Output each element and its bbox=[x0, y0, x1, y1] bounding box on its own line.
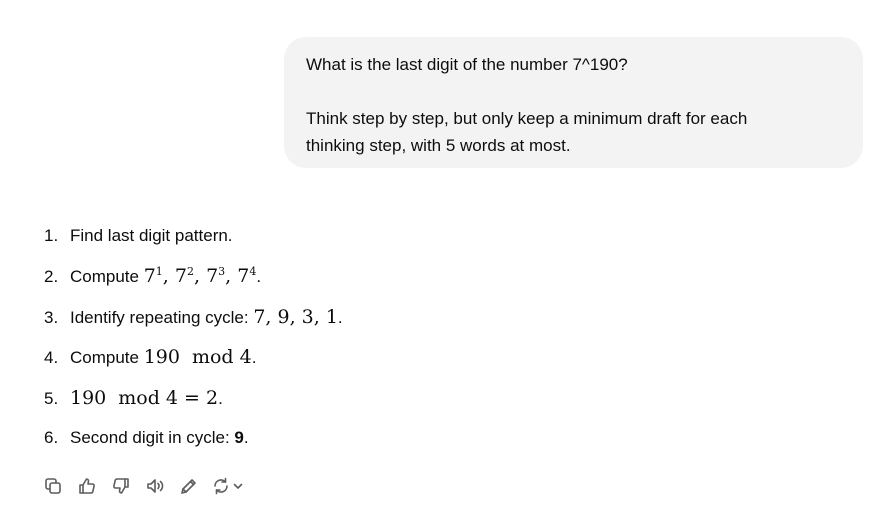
step-text: Identify repeating cycle: bbox=[70, 307, 254, 327]
step-number: 4. bbox=[44, 348, 59, 368]
regenerate-button[interactable] bbox=[206, 474, 248, 498]
step-item: 5. 190 mod 4 = 2. bbox=[44, 384, 343, 424]
good-response-button[interactable] bbox=[70, 474, 104, 498]
user-message-bubble: What is the last digit of the number 7^1… bbox=[284, 37, 863, 168]
user-message-line: Think step by step, but only keep a mini… bbox=[306, 109, 748, 128]
step-text: Find last digit pattern. bbox=[70, 226, 233, 245]
read-aloud-button[interactable] bbox=[138, 474, 172, 498]
copy-button[interactable] bbox=[36, 474, 70, 498]
response-action-bar bbox=[36, 474, 248, 498]
math-expression: 71, 72, 73, 74 bbox=[143, 265, 257, 288]
regenerate-icon bbox=[213, 477, 228, 495]
step-number: 3. bbox=[44, 307, 59, 327]
math-expression: 190 mod 4 = 2 bbox=[70, 386, 219, 409]
step-number: 5. bbox=[44, 388, 59, 408]
user-message-line: thinking step, with 5 words at most. bbox=[306, 136, 571, 155]
step-text: Compute bbox=[70, 267, 144, 287]
answer-value: 9 bbox=[234, 427, 244, 447]
read-aloud-icon bbox=[147, 479, 164, 493]
thumbs-down-icon bbox=[113, 478, 129, 494]
step-text: Compute bbox=[70, 348, 144, 368]
step-number: 6. bbox=[44, 427, 59, 447]
math-expression: 190 mod 4 bbox=[143, 346, 252, 369]
edit-button[interactable] bbox=[172, 474, 206, 498]
assistant-response-steps: 1. Find last digit pattern. 2. Compute 71,… bbox=[44, 222, 343, 464]
step-text: Second digit in cycle: bbox=[70, 427, 235, 447]
step-number: 2. bbox=[44, 267, 59, 287]
step-item: 2. Compute 71, 72, 73, 74. bbox=[44, 262, 343, 302]
chevron-down-icon bbox=[233, 483, 242, 489]
step-item: 4. Compute 190 mod 4. bbox=[44, 343, 343, 383]
step-item: 3. Identify repeating cycle: 7, 9, 3, 1. bbox=[44, 303, 343, 343]
math-expression: 7, 9, 3, 1 bbox=[253, 305, 338, 328]
step-item: 6. Second digit in cycle: 9. bbox=[44, 424, 343, 464]
step-number: 1. bbox=[44, 226, 59, 245]
copy-icon bbox=[45, 478, 61, 494]
thumbs-up-icon bbox=[79, 478, 95, 494]
bad-response-button[interactable] bbox=[104, 474, 138, 498]
edit-icon bbox=[181, 479, 196, 494]
user-message-line: What is the last digit of the number 7^1… bbox=[306, 55, 628, 74]
step-item: 1. Find last digit pattern. bbox=[44, 222, 343, 262]
